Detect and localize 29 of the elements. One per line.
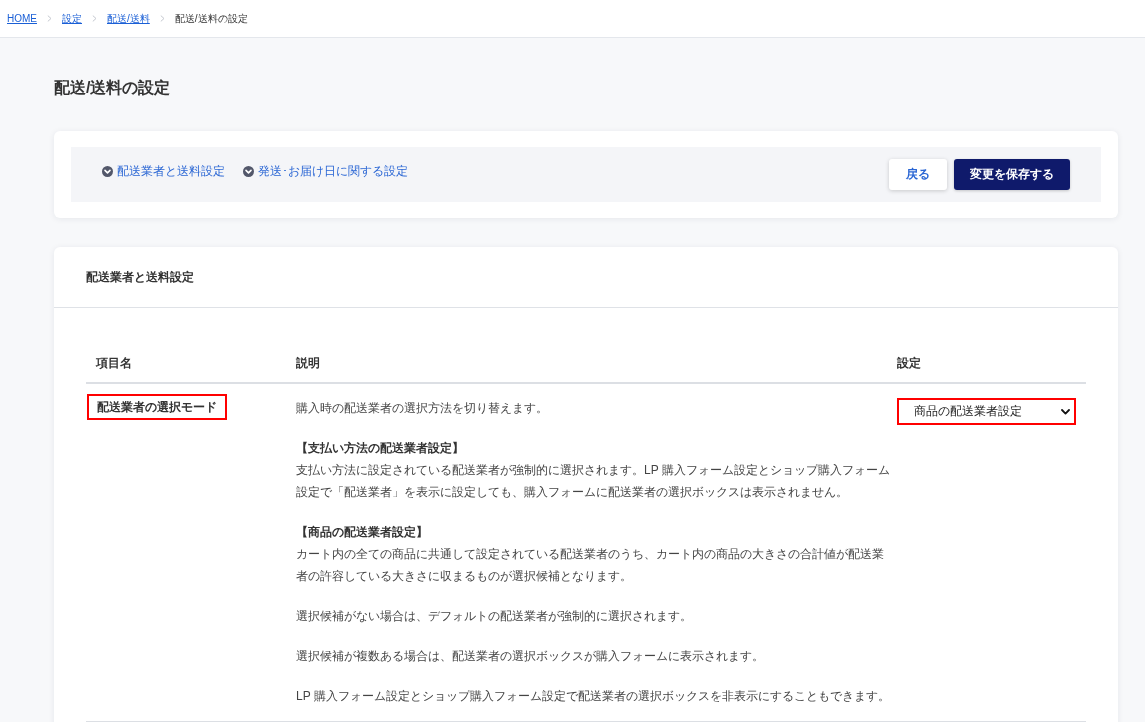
caret-icon <box>1061 408 1070 415</box>
column-header: 項目名 <box>86 344 286 384</box>
description-text: 購入時の配送業者の選択方法を切り替えます。 <box>296 400 549 417</box>
back-button[interactable]: 戻る <box>889 159 947 190</box>
section-link[interactable]: 配送業者と送料設定 <box>102 163 225 179</box>
section-link[interactable]: 発送･お届け日に関する設定 <box>243 163 408 179</box>
description-heading: 【支払い方法の配送業者設定】 <box>296 440 465 457</box>
chevron-right-icon <box>92 15 97 22</box>
chevron-circle-icon <box>243 165 254 177</box>
description-text: 選択候補が複数ある場合は、配送業者の選択ボックスが購入フォームに表示されます。 <box>296 648 765 665</box>
carrier-select[interactable]: 商品の配送業者設定 <box>897 398 1076 425</box>
section-title: 配送業者と送料設定 <box>86 268 194 286</box>
description-text: カート内の全ての商品に共通して設定されている配送業者のうち、カート内の商品の大きさの合計値が配送業者の許容している大きさに収まるものが選択候補となります。 <box>296 546 885 585</box>
breadcrumb-link[interactable]: 配送/送料 <box>107 11 150 26</box>
chevron-right-icon <box>47 15 52 22</box>
column-header: 設定 <box>893 344 1086 384</box>
column-header: 説明 <box>286 344 893 384</box>
breadcrumb-current: 配送/送料の設定 <box>174 11 248 26</box>
breadcrumb-link[interactable]: 設定 <box>62 11 82 26</box>
chevron-right-icon <box>159 15 165 22</box>
chevron-circle-icon <box>102 165 113 177</box>
setting-name: 配送業者の選択モード <box>87 394 227 420</box>
description-text: 支払い方法に設定されている配送業者が強制的に選択されます。LP 購入フォーム設定とショップ購入フォーム設定で「配送業者」を表示に設定しても、購入フォームに配送業者の選択ボックスは表示されません。 <box>296 462 891 501</box>
description-text: LP 購入フォーム設定とショップ購入フォーム設定で配送業者の選択ボックスを非表示にすることもできます。 <box>296 688 891 705</box>
page-title: 配送/送料の設定 <box>54 78 172 98</box>
save-button[interactable]: 変更を保存する <box>954 159 1070 190</box>
breadcrumb-link[interactable]: HOME <box>7 13 37 24</box>
description-heading: 【商品の配送業者設定】 <box>296 524 429 541</box>
description-text: 選択候補がない場合は、デフォルトの配送業者が強制的に選択されます。 <box>296 608 693 625</box>
